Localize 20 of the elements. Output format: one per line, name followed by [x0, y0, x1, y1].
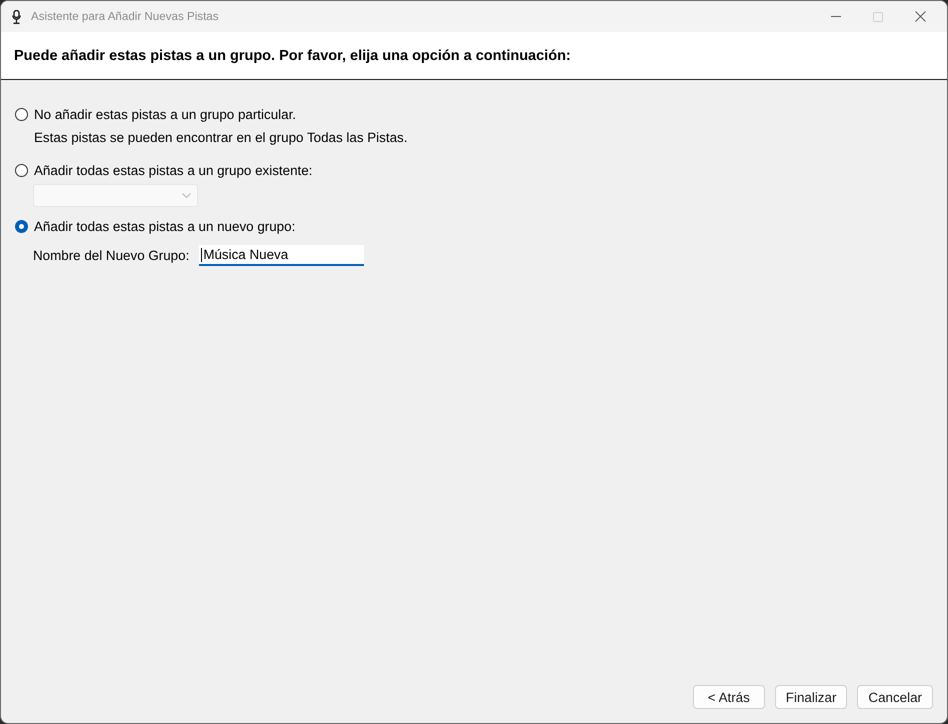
option-label[interactable]: No añadir estas pistas a un grupo particular. — [34, 106, 296, 122]
option-note: Estas pistas se pueden encontrar en el grupo Todas las Pistas. — [34, 130, 408, 146]
field-label: Nombre del Nuevo Grupo: — [33, 248, 190, 263]
option-label[interactable]: Añadir todas estas pistas a un nuevo grupo: — [34, 218, 296, 234]
wizard-button[interactable]: Cancelar — [857, 685, 933, 709]
group-name-field[interactable]: Música Nueva — [199, 245, 364, 266]
radio-button[interactable] — [15, 108, 28, 120]
minimize-icon — [831, 16, 841, 17]
radio-button[interactable] — [15, 164, 28, 176]
instruction-text: Puede añadir estas pistas a un grupo. Por favor, elija una opción a continuación: — [14, 48, 571, 64]
radio-button[interactable] — [15, 220, 28, 232]
chevron-down-icon — [182, 193, 191, 198]
field-value: Música Nueva — [203, 247, 288, 262]
wizard-button[interactable]: < Atrás — [692, 685, 765, 709]
wizard-button[interactable]: Finalizar — [774, 685, 848, 709]
microphone-icon — [12, 10, 21, 24]
close-icon — [914, 11, 926, 22]
text-cursor-icon — [201, 248, 202, 262]
option-label[interactable]: Añadir todas estas pistas a un grupo existente: — [34, 162, 312, 178]
window-title: Asistente para Añadir Nuevas Pistas — [31, 10, 219, 23]
